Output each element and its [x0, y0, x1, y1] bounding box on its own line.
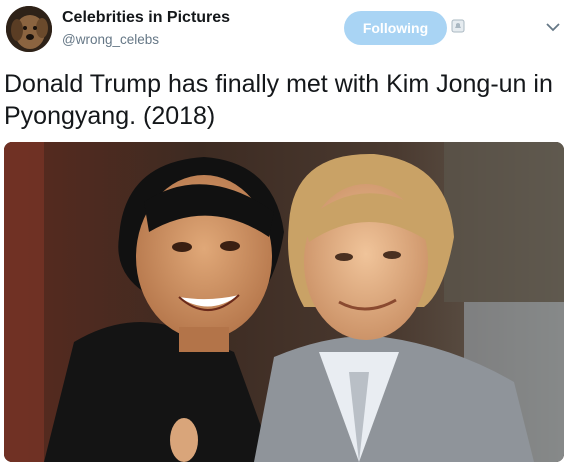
- user-display-name[interactable]: Celebrities in Pictures: [62, 9, 230, 27]
- notification-bell-icon[interactable]: [451, 19, 465, 33]
- chevron-down-icon[interactable]: [546, 22, 560, 32]
- user-handle[interactable]: @wrong_celebs: [62, 32, 159, 47]
- tweet-photo[interactable]: [4, 142, 564, 462]
- photo-image: [4, 142, 564, 462]
- user-avatar[interactable]: [6, 6, 52, 52]
- tweet-card: Celebrities in Pictures @wrong_celebs Fo…: [0, 0, 572, 467]
- dog-avatar-icon: [6, 6, 52, 52]
- tweet-text: Donald Trump has finally met with Kim Jo…: [4, 70, 553, 130]
- following-button[interactable]: Following: [344, 11, 447, 45]
